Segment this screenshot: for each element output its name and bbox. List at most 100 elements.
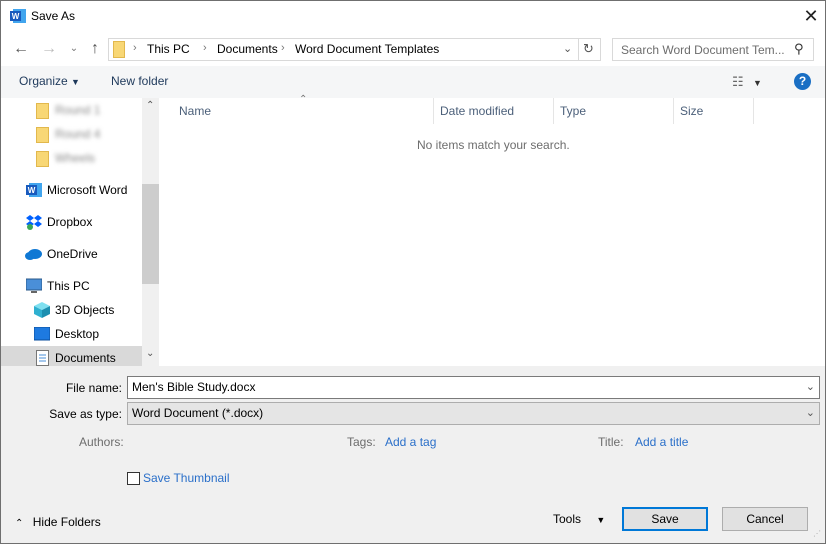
word-icon: W [26,182,42,201]
desktop-icon [33,326,51,344]
sidebar-item-folder-3[interactable]: Wheels [1,146,142,170]
cancel-button[interactable]: Cancel [722,507,808,531]
command-bar: Organize ▼ New folder ☷ ▼ ? [1,66,825,98]
search-icon[interactable]: ⚲ [794,41,804,57]
refresh-icon[interactable]: ↻ [583,41,594,57]
sidebar-item-folder-2[interactable]: Round 4 [1,122,142,146]
svg-text:W: W [12,12,20,21]
computer-icon [25,278,43,297]
cube-icon [34,302,50,321]
breadcrumb-separator-icon: › [203,42,207,54]
save-as-dialog: W Save As ✕ ← → ⌄ ↑ › This PC › Document… [0,0,826,544]
chevron-down-icon[interactable]: ⌄ [806,380,815,393]
search-input[interactable]: Search Word Document Tem... ⚲ [612,38,814,61]
sidebar-item-label: Wheels [55,151,96,165]
sidebar-item-label: OneDrive [47,247,98,261]
breadcrumb-separator-icon: › [281,42,285,54]
file-name-input[interactable]: Men's Bible Study.docx ⌄ [127,376,820,399]
resize-grip-icon[interactable]: ⋰ [813,529,821,538]
up-button[interactable]: ↑ [85,38,105,60]
column-header-type[interactable]: Type [560,104,586,118]
folder-icon [36,103,49,119]
sidebar-item-this-pc[interactable]: This PC [1,274,142,298]
save-as-type-select[interactable]: Word Document (*.docx) ⌄ [127,402,820,425]
recent-locations-button[interactable]: ⌄ [64,38,84,60]
scroll-down-icon[interactable]: ⌄ [146,348,154,359]
back-arrow-icon: ← [13,40,29,57]
sidebar-item-onedrive[interactable]: OneDrive [1,242,142,266]
window-title: Save As [31,9,76,23]
forward-button[interactable]: → [39,38,59,60]
column-header-size[interactable]: Size [680,104,703,118]
add-title-link[interactable]: Add a title [635,435,688,449]
breadcrumb-documents[interactable]: Documents [217,42,278,56]
save-button[interactable]: Save [622,507,708,531]
save-as-type-label: Save as type: [49,407,122,421]
sidebar-item-label: Round 4 [55,127,101,141]
hide-folders-button[interactable]: ⌃ Hide Folders [15,515,101,529]
documents-icon [36,350,49,366]
empty-message: No items match your search. [417,138,570,152]
file-name-value: Men's Bible Study.docx [132,380,256,394]
organize-label: Organize [19,74,68,88]
sidebar-item-label: Round 1 [55,103,101,117]
column-header-name[interactable]: Name [179,104,211,118]
folder-icon [36,127,49,143]
address-bar[interactable]: › This PC › Documents › Word Document Te… [108,38,601,61]
view-details-icon: ☷ [732,74,744,89]
scroll-up-icon[interactable]: ⌃ [146,100,154,111]
sidebar-item-label: 3D Objects [55,303,115,317]
save-thumbnail-label[interactable]: Save Thumbnail [143,471,230,485]
divider [578,39,579,60]
folder-icon [113,41,125,58]
sidebar-item-folder-1[interactable]: Round 1 [1,98,142,122]
sidebar-item-dropbox[interactable]: Dropbox [1,210,142,234]
view-options-button[interactable]: ☷ ▼ [732,74,762,90]
tools-label: Tools [553,512,582,526]
tags-label: Tags: [347,435,376,449]
back-button[interactable]: ← [11,38,31,60]
scrollbar-thumb[interactable] [142,184,159,284]
sidebar-item-label: This PC [47,279,90,293]
navigation-pane: Round 1 Round 4 Wheels W Microsoft Word … [1,98,159,366]
save-thumbnail-checkbox[interactable] [127,472,140,485]
column-divider[interactable] [753,98,754,124]
new-folder-button[interactable]: New folder [111,74,168,88]
chevron-down-icon: ⌄ [69,43,79,54]
authors-label: Authors: [79,435,124,449]
svg-text:W: W [28,186,36,195]
sidebar-item-3d-objects[interactable]: 3D Objects [1,298,142,322]
folder-icon [36,151,49,167]
column-header-date-modified[interactable]: Date modified [440,104,514,118]
sidebar-item-label: Microsoft Word [47,183,128,197]
title-label: Title: [598,435,624,449]
forward-arrow-icon: → [41,40,57,57]
title-bar: W Save As ✕ [1,1,825,33]
breadcrumb-word-document-templates[interactable]: Word Document Templates [295,42,439,56]
up-arrow-icon: ↑ [91,40,99,57]
address-dropdown-icon[interactable]: ⌄ [563,42,572,55]
save-as-type-value: Word Document (*.docx) [132,406,264,420]
tools-button[interactable]: Tools ▼ [553,512,605,526]
organize-button[interactable]: Organize ▼ [19,74,80,88]
column-divider[interactable] [433,98,434,124]
sidebar-item-label: Documents [55,351,116,365]
onedrive-icon [25,248,43,263]
breadcrumb-this-pc[interactable]: This PC [147,42,190,56]
file-list: ⌃ Name Date modified Type Size No items … [159,94,825,366]
caret-down-icon: ▼ [753,78,762,88]
save-options-panel: File name: Men's Bible Study.docx ⌄ Save… [1,366,825,543]
sidebar-item-documents[interactable]: Documents [1,346,142,366]
caret-down-icon: ▼ [71,77,80,87]
sidebar-item-label: Dropbox [47,215,93,229]
add-tag-link[interactable]: Add a tag [385,435,436,449]
help-button[interactable]: ? [794,73,811,90]
caret-down-icon: ▼ [596,515,606,525]
chevron-down-icon: ⌄ [805,407,815,419]
column-divider[interactable] [673,98,674,124]
close-button[interactable]: ✕ [797,3,825,29]
column-divider[interactable] [553,98,554,124]
sidebar-item-desktop[interactable]: Desktop [1,322,142,346]
file-name-label: File name: [65,381,122,395]
sidebar-item-microsoft-word[interactable]: W Microsoft Word [1,178,142,202]
